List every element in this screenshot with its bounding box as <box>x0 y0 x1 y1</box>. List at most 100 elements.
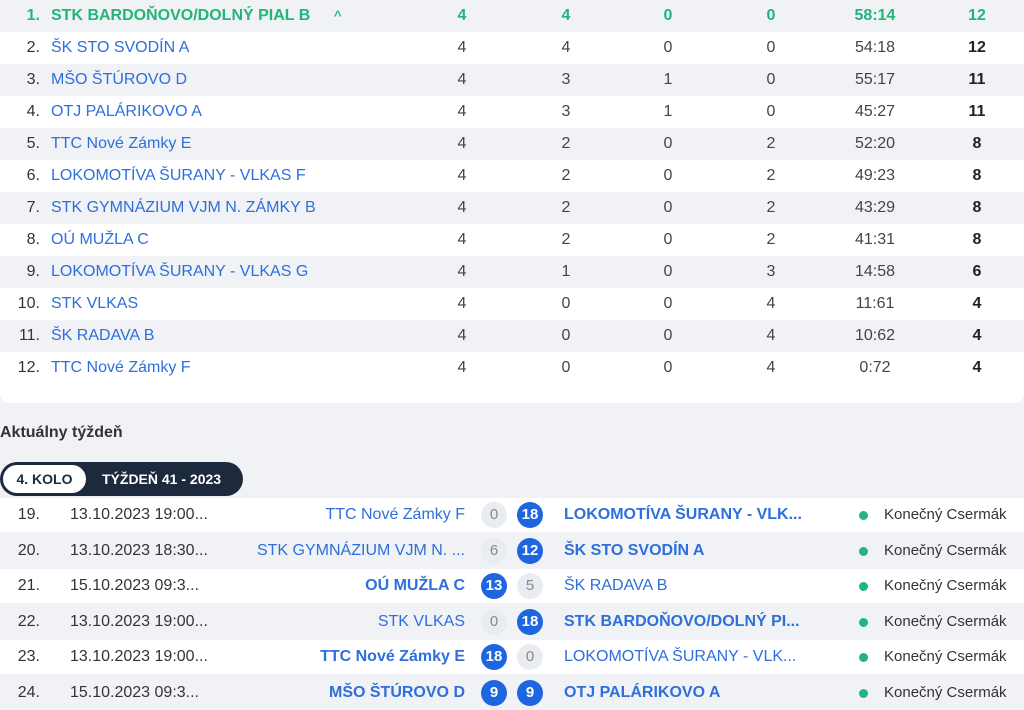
won-cell: 0 <box>561 359 571 376</box>
match-status: Konečný Csermák <box>884 506 1007 523</box>
match-status: Konečný Csermák <box>884 683 1007 701</box>
standings-row: 12. TTC Nové Zámky F 4 0 0 4 0:72 4 <box>0 352 1024 384</box>
home-team-link[interactable]: TTC Nové Zámky F <box>325 498 465 532</box>
rank-cell: 9. <box>26 263 40 280</box>
home-team-link[interactable]: MŠO ŠTÚROVO D <box>329 676 465 710</box>
match-status: Konečný Csermák <box>884 612 1007 630</box>
drawn-cell: 0 <box>663 263 673 280</box>
away-team-link[interactable]: ŠK RADAVA B <box>564 569 667 603</box>
status-dot-icon <box>859 511 868 520</box>
match-number: 22. <box>17 612 40 630</box>
status-dot-icon <box>859 617 868 627</box>
home-score: 0 <box>481 502 507 528</box>
away-team-link[interactable]: STK BARDOŇOVO/DOLNÝ PI... <box>564 605 800 639</box>
points-cell: 12 <box>968 7 986 24</box>
lost-cell: 0 <box>766 103 776 120</box>
home-team-link[interactable]: STK GYMNÁZIUM VJM N. ... <box>257 534 465 568</box>
away-score: 9 <box>517 679 543 706</box>
match-status: Konečný Csermák <box>884 577 1007 594</box>
match-row[interactable]: 19. 13.10.2023 19:00... TTC Nové Zámky F 01… <box>0 498 1024 532</box>
played-cell: 4 <box>457 135 467 152</box>
won-cell: 3 <box>561 71 571 88</box>
standings-row: 10. STK VLKAS 4 0 0 4 11:61 4 <box>0 288 1024 320</box>
won-cell: 0 <box>561 327 571 344</box>
drawn-cell: 0 <box>663 39 673 56</box>
match-row[interactable]: 20. 13.10.2023 18:30... STK GYMNÁZIUM VJM … <box>0 533 1024 568</box>
played-cell: 4 <box>457 263 467 280</box>
lost-cell: 2 <box>766 135 776 152</box>
tab-round[interactable]: 4. KOLO <box>2 464 87 494</box>
tab-week[interactable]: TÝŽDEŇ 41 - 2023 <box>102 462 221 496</box>
team-link[interactable]: LOKOMOTÍVA ŠURANY - VLKAS G <box>51 256 308 288</box>
played-cell: 4 <box>457 295 467 312</box>
lost-cell: 4 <box>766 295 776 312</box>
away-team-link[interactable]: ŠK STO SVODÍN A <box>564 534 704 568</box>
match-status: Konečný Csermák <box>884 648 1007 665</box>
lost-cell: 4 <box>766 327 776 344</box>
rank-cell: 8. <box>26 231 40 248</box>
score-cell: 58:14 <box>854 7 896 24</box>
points-cell: 6 <box>972 263 982 280</box>
home-team-link[interactable]: TTC Nové Zámky E <box>320 640 465 674</box>
away-team-link[interactable]: LOKOMOTÍVA ŠURANY - VLK... <box>564 498 802 532</box>
home-score: 6 <box>481 537 507 564</box>
played-cell: 4 <box>457 103 467 120</box>
won-cell: 2 <box>561 231 571 248</box>
team-link[interactable]: TTC Nové Zámky E <box>51 128 191 160</box>
standings-card: 1. STK BARDOŇOVO/DOLNÝ PIAL B ^ 4 4 0 0 58:14 12… <box>0 0 1024 403</box>
points-cell: 8 <box>972 167 982 184</box>
away-team-link[interactable]: OTJ PALÁRIKOVO A <box>564 676 720 710</box>
score-cell: 55:17 <box>854 71 896 88</box>
team-link[interactable]: LOKOMOTÍVA ŠURANY - VLKAS F <box>51 160 306 192</box>
points-cell: 4 <box>972 327 982 344</box>
lost-cell: 0 <box>766 39 776 56</box>
won-cell: 4 <box>561 7 571 24</box>
score-cell: 0:72 <box>859 359 891 376</box>
team-link[interactable]: STK BARDOŇOVO/DOLNÝ PIAL B <box>51 0 310 32</box>
away-score: 12 <box>517 537 543 564</box>
away-team-link[interactable]: LOKOMOTÍVA ŠURANY - VLK... <box>564 640 796 674</box>
team-link[interactable]: ŠK STO SVODÍN A <box>51 32 189 64</box>
match-datetime: 13.10.2023 19:00... <box>70 648 208 665</box>
match-number: 24. <box>17 683 40 701</box>
rank-cell: 11. <box>18 327 40 344</box>
home-team-link[interactable]: STK VLKAS <box>378 605 465 639</box>
score-cell: 52:20 <box>854 135 896 152</box>
away-score: 0 <box>517 644 543 670</box>
won-cell: 2 <box>561 135 571 152</box>
team-link[interactable]: STK VLKAS <box>51 288 138 320</box>
team-link[interactable]: OÚ MUŽLA C <box>51 224 149 256</box>
score-cell: 49:23 <box>854 167 896 184</box>
round-tabs: 4. KOLO TÝŽDEŇ 41 - 2023 <box>0 462 243 496</box>
played-cell: 4 <box>457 327 467 344</box>
status-dot-icon <box>859 582 868 591</box>
match-row[interactable]: 22. 13.10.2023 19:00... STK VLKAS 0 18 STK BA… <box>0 604 1024 639</box>
team-link[interactable]: TTC Nové Zámky F <box>51 352 191 384</box>
score-cell: 14:58 <box>854 263 896 280</box>
section-title: Aktuálny týždeň <box>0 424 123 441</box>
match-row[interactable]: 23. 13.10.2023 19:00... TTC Nové Zámky E 18… <box>0 640 1024 674</box>
match-datetime: 13.10.2023 19:00... <box>70 506 208 523</box>
team-link[interactable]: MŠO ŠTÚROVO D <box>51 64 187 96</box>
standings-row: 6. LOKOMOTÍVA ŠURANY - VLKAS F 4 2 0 2 49:23 8 <box>0 160 1024 192</box>
team-link[interactable]: ŠK RADAVA B <box>51 320 154 352</box>
match-row[interactable]: 21. 15.10.2023 09:3... OÚ MUŽLA C 13 5 ŠK RAD… <box>0 569 1024 603</box>
won-cell: 0 <box>561 295 571 312</box>
drawn-cell: 1 <box>663 71 673 88</box>
match-number: 19. <box>17 506 40 523</box>
lost-cell: 2 <box>766 231 776 248</box>
team-link[interactable]: STK GYMNÁZIUM VJM N. ZÁMKY B <box>51 192 316 224</box>
standings-row: 4. OTJ PALÁRIKOVO A 4 3 1 0 45:27 11 <box>0 96 1024 128</box>
rank-cell: 6. <box>26 167 40 184</box>
score-cell: 45:27 <box>854 103 896 120</box>
rank-cell: 4. <box>26 103 40 120</box>
points-cell: 4 <box>972 359 982 376</box>
match-status: Konečný Csermák <box>884 541 1007 559</box>
home-team-link[interactable]: OÚ MUŽLA C <box>365 569 465 603</box>
team-link[interactable]: OTJ PALÁRIKOVO A <box>51 96 202 128</box>
lost-cell: 4 <box>766 359 776 376</box>
won-cell: 2 <box>561 199 571 216</box>
home-score: 18 <box>481 644 507 670</box>
drawn-cell: 0 <box>663 295 673 312</box>
match-row[interactable]: 24. 15.10.2023 09:3... MŠO ŠTÚROVO D 9 9 OTJ … <box>0 675 1024 710</box>
